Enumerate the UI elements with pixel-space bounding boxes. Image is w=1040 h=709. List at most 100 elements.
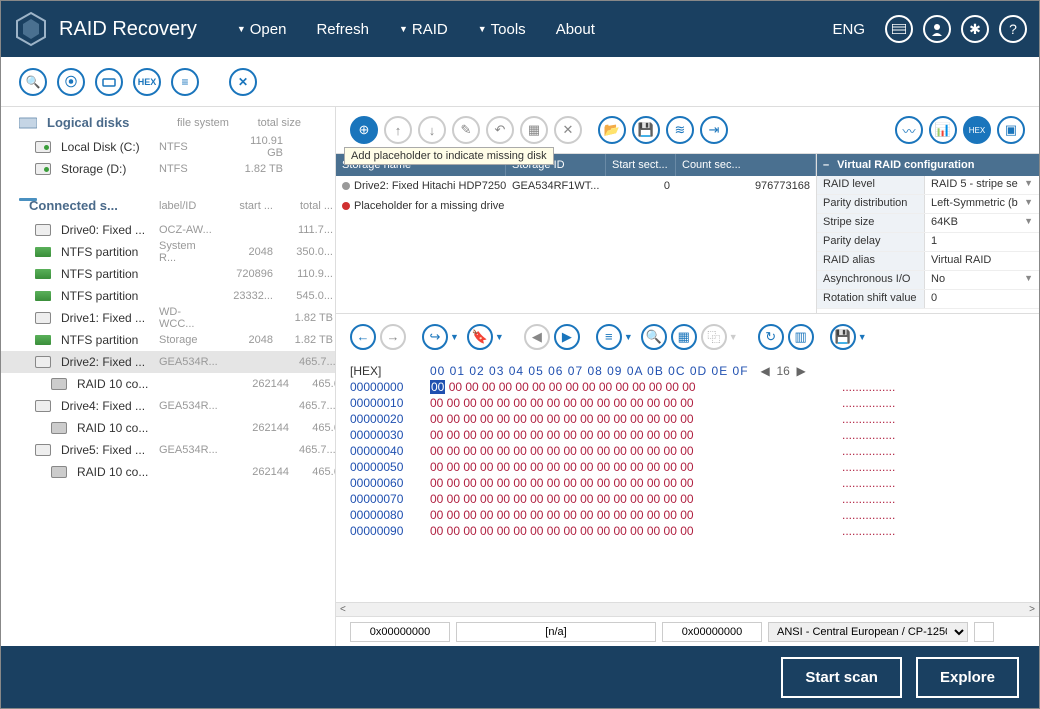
hex-copy-button[interactable]: ⿻ — [701, 324, 727, 350]
menu-tools[interactable]: ▼Tools — [478, 21, 526, 38]
export-button[interactable]: ⇥ — [700, 116, 728, 144]
config-row[interactable]: Stripe size 64KB▼ — [817, 214, 1039, 233]
hex-goto-button[interactable]: ↪ — [422, 324, 448, 350]
hex-scrollbar[interactable]: <> — [336, 602, 1039, 616]
hex-list-button[interactable]: ≡ — [596, 324, 622, 350]
menu-open[interactable]: ▼Open — [237, 21, 287, 38]
grid-button[interactable]: ▦ — [520, 116, 548, 144]
connected-storages-header: Connected s... — [29, 198, 149, 213]
config-value: No — [931, 273, 945, 287]
config-key: RAID level — [817, 176, 925, 194]
hex-bytes: 00 00 00 00 00 00 00 00 00 00 00 00 00 0… — [430, 379, 830, 395]
hex-row[interactable]: 00000000 00 00 00 00 00 00 00 00 00 00 0… — [350, 379, 1025, 395]
status-selection[interactable] — [456, 622, 656, 642]
logical-disk-row[interactable]: Storage (D:) NTFS 1.82 TB — [1, 158, 335, 180]
add-placeholder-button[interactable]: ⊕ — [350, 116, 378, 144]
hex-icon[interactable]: HEX — [133, 68, 161, 96]
hex-row[interactable]: 00000040 00 00 00 00 00 00 00 00 00 00 0… — [350, 443, 1025, 459]
storage-row[interactable]: Drive4: Fixed ... GEA534R... 465.7... — [1, 395, 335, 417]
storage-name: NTFS partition — [61, 289, 149, 303]
hex-refresh-button[interactable]: ↻ — [758, 324, 784, 350]
config-row[interactable]: Rotation shift value 0 — [817, 290, 1039, 309]
hex-tag-right-button[interactable]: ▶ — [554, 324, 580, 350]
storage-name: Drive4: Fixed ... — [61, 399, 149, 413]
hex-ascii: ................ — [842, 443, 895, 459]
app-title: RAID Recovery — [59, 18, 197, 41]
close-icon[interactable]: ✕ — [229, 68, 257, 96]
move-up-button[interactable]: ↑ — [384, 116, 412, 144]
raid-config-header[interactable]: Virtual RAID configuration — [817, 154, 1039, 176]
start-scan-button[interactable]: Start scan — [781, 657, 902, 698]
hex-row[interactable]: 00000090 00 00 00 00 00 00 00 00 00 00 0… — [350, 523, 1025, 539]
storage-row[interactable]: RAID 10 co... 262144 465.6... — [1, 461, 335, 483]
status-encoding[interactable]: ANSI - Central European / CP-1250 — [768, 622, 968, 642]
open-folder-button[interactable]: 📂 — [598, 116, 626, 144]
hex-forward-button[interactable]: → — [380, 324, 406, 350]
disk-icon[interactable] — [95, 68, 123, 96]
hex-row[interactable]: 00000020 00 00 00 00 00 00 00 00 00 00 0… — [350, 411, 1025, 427]
logical-disk-row[interactable]: Local Disk (C:) NTFS 110.91 GB — [1, 136, 335, 158]
explore-button[interactable]: Explore — [916, 657, 1019, 698]
config-row[interactable]: Asynchronous I/O No▼ — [817, 271, 1039, 290]
status-offset-1[interactable] — [350, 622, 450, 642]
table-row[interactable]: Drive2: Fixed Hitachi HDP7250... GEA534R… — [336, 176, 816, 196]
status-offset-2[interactable] — [662, 622, 762, 642]
hex-page-nav[interactable]: ◀ 16 ▶ — [761, 363, 806, 379]
menu-refresh[interactable]: Refresh — [316, 21, 369, 38]
storage-row[interactable]: NTFS partition 720896 110.9... — [1, 263, 335, 285]
storage-row[interactable]: NTFS partition Storage 2048 1.82 TB — [1, 329, 335, 351]
remove-button[interactable]: ✕ — [554, 116, 582, 144]
storage-row[interactable]: RAID 10 co... 262144 465.6... — [1, 417, 335, 439]
menu-about[interactable]: About — [556, 21, 595, 38]
storage-row[interactable]: RAID 10 co... 262144 465.6... — [1, 373, 335, 395]
hex-row[interactable]: 00000080 00 00 00 00 00 00 00 00 00 00 0… — [350, 507, 1025, 523]
panel-button[interactable]: ▣ — [997, 116, 1025, 144]
status-dot — [342, 202, 350, 210]
hex-row[interactable]: 00000050 00 00 00 00 00 00 00 00 00 00 0… — [350, 459, 1025, 475]
hex-view-button[interactable]: HEX — [963, 116, 991, 144]
search-icon[interactable]: 🔍 — [19, 68, 47, 96]
save-button[interactable]: 💾 — [632, 116, 660, 144]
hex-tag-left-button[interactable]: ◀ — [524, 324, 550, 350]
config-row[interactable]: RAID alias Virtual RAID — [817, 252, 1039, 271]
status-extra[interactable] — [974, 622, 994, 642]
col-count-sector[interactable]: Count sec... — [676, 154, 816, 176]
hex-save-button[interactable]: 💾 — [830, 324, 856, 350]
edit-button[interactable]: ✎ — [452, 116, 480, 144]
help-icon[interactable]: ? — [999, 15, 1027, 43]
hex-search-button[interactable]: 🔍 — [641, 324, 667, 350]
storage-row[interactable]: Drive2: Fixed ... GEA534R... 465.7... — [1, 351, 335, 373]
undo-button[interactable]: ↶ — [486, 116, 514, 144]
config-row[interactable]: RAID level RAID 5 - stripe se▼ — [817, 176, 1039, 195]
hex-bookmark-button[interactable]: 🔖 — [467, 324, 493, 350]
list-icon[interactable]: ≡ — [171, 68, 199, 96]
hex-row[interactable]: 00000070 00 00 00 00 00 00 00 00 00 00 0… — [350, 491, 1025, 507]
user-icon[interactable] — [923, 15, 951, 43]
menu-raid[interactable]: ▼RAID — [399, 21, 448, 38]
storage-row[interactable]: Drive1: Fixed ... WD-WCC... 1.82 TB — [1, 307, 335, 329]
activity-icon[interactable]: 〰 — [895, 116, 923, 144]
hex-columns-button[interactable]: ▥ — [788, 324, 814, 350]
hex-back-button[interactable]: ← — [350, 324, 376, 350]
storage-row[interactable]: Drive0: Fixed ... OCZ-AW... 111.7... — [1, 219, 335, 241]
hex-row[interactable]: 00000010 00 00 00 00 00 00 00 00 00 00 0… — [350, 395, 1025, 411]
col-start-sector[interactable]: Start sect... — [606, 154, 676, 176]
storage-row[interactable]: NTFS partition 23332... 545.0... — [1, 285, 335, 307]
workspace-icon[interactable] — [885, 15, 913, 43]
language-selector[interactable]: ENG — [832, 21, 865, 38]
hex-row[interactable]: 00000060 00 00 00 00 00 00 00 00 00 00 0… — [350, 475, 1025, 491]
move-down-button[interactable]: ↓ — [418, 116, 446, 144]
chart-icon[interactable]: 📊 — [929, 116, 957, 144]
storage-row[interactable]: NTFS partition System R... 2048 350.0... — [1, 241, 335, 263]
table-row[interactable]: Placeholder for a missing drive — [336, 196, 816, 216]
hex-address: 00000090 — [350, 523, 430, 539]
hex-block-button[interactable]: ▦ — [671, 324, 697, 350]
config-row[interactable]: Parity delay 1 — [817, 233, 1039, 252]
hex-address: 00000000 — [350, 379, 430, 395]
config-row[interactable]: Parity distribution Left-Symmetric (b▼ — [817, 195, 1039, 214]
settings-icon[interactable]: ✱ — [961, 15, 989, 43]
storage-row[interactable]: Drive5: Fixed ... GEA534R... 465.7... — [1, 439, 335, 461]
layers-button[interactable]: ≋ — [666, 116, 694, 144]
hex-row[interactable]: 00000030 00 00 00 00 00 00 00 00 00 00 0… — [350, 427, 1025, 443]
scan-icon[interactable]: ⦿ — [57, 68, 85, 96]
